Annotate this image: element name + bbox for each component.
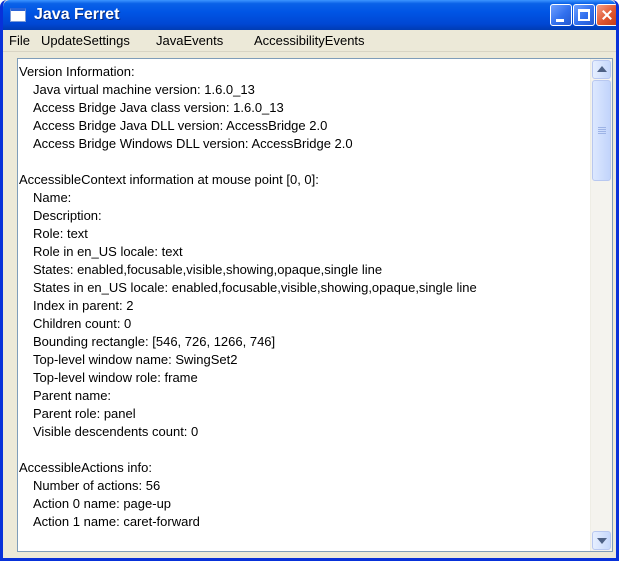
- scroll-down-button[interactable]: [592, 531, 611, 550]
- context-line: Parent name:: [33, 388, 112, 403]
- close-icon: [597, 5, 616, 25]
- context-line: Role: text: [33, 226, 88, 241]
- grip-line: [598, 129, 606, 130]
- context-line: Top-level window role: frame: [33, 370, 198, 385]
- vertical-scrollbar[interactable]: [590, 59, 612, 551]
- maximize-button[interactable]: [573, 4, 595, 26]
- menu-java-events[interactable]: JavaEvents: [156, 33, 223, 48]
- minimize-icon: [556, 19, 564, 22]
- menu-update-settings[interactable]: UpdateSettings: [41, 33, 130, 48]
- menu-accessibility-events[interactable]: AccessibilityEvents: [254, 33, 365, 48]
- context-line: States in en_US locale: enabled,focusabl…: [33, 280, 477, 295]
- scroll-thumb[interactable]: [592, 80, 611, 181]
- context-line: Children count: 0: [33, 316, 132, 331]
- java-ferret-window: Java Ferret File UpdateSettings JavaEven…: [0, 0, 619, 561]
- info-text-pane[interactable]: Version Information: Java virtual machin…: [17, 58, 613, 552]
- scroll-down-icon: [597, 538, 607, 544]
- menu-bar: File UpdateSettings JavaEvents Accessibi…: [3, 30, 616, 52]
- scroll-up-button[interactable]: [592, 60, 611, 79]
- minimize-button[interactable]: [550, 4, 572, 26]
- context-line: States: enabled,focusable,visible,showin…: [33, 262, 383, 277]
- context-line: Description:: [33, 208, 102, 223]
- context-header: AccessibleContext information at mouse p…: [19, 172, 319, 187]
- info-text[interactable]: Version Information: Java virtual machin…: [19, 63, 587, 549]
- scroll-up-icon: [597, 66, 607, 72]
- context-line: Index in parent: 2: [33, 298, 134, 313]
- context-line: Role in en_US locale: text: [33, 244, 183, 259]
- actions-line: Action 1 name: caret-forward: [33, 514, 200, 529]
- context-line: Visible descendents count: 0: [33, 424, 199, 439]
- close-button[interactable]: [596, 4, 616, 26]
- actions-header: AccessibleActions info:: [19, 460, 152, 475]
- context-line: Parent role: panel: [33, 406, 136, 421]
- version-line: Access Bridge Windows DLL version: Acces…: [33, 136, 353, 151]
- grip-line: [598, 133, 606, 134]
- version-header: Version Information:: [19, 64, 135, 79]
- window-title: Java Ferret: [34, 6, 120, 23]
- version-line: Access Bridge Java DLL version: AccessBr…: [33, 118, 328, 133]
- grip-line: [598, 127, 606, 128]
- title-bar[interactable]: Java Ferret: [3, 0, 616, 30]
- context-line: Bounding rectangle: [546, 726, 1266, 746…: [33, 334, 276, 349]
- actions-line: Number of actions: 56: [33, 478, 161, 493]
- context-line: Name:: [33, 190, 72, 205]
- window-icon: [10, 8, 26, 22]
- menu-file[interactable]: File: [9, 33, 30, 48]
- version-line: Java virtual machine version: 1.6.0_13: [33, 82, 255, 97]
- grip-line: [598, 131, 606, 132]
- actions-line: Action 0 name: page-up: [33, 496, 172, 511]
- maximize-icon: [578, 9, 590, 21]
- version-line: Access Bridge Java class version: 1.6.0_…: [33, 100, 284, 115]
- context-line: Top-level window name: SwingSet2: [33, 352, 238, 367]
